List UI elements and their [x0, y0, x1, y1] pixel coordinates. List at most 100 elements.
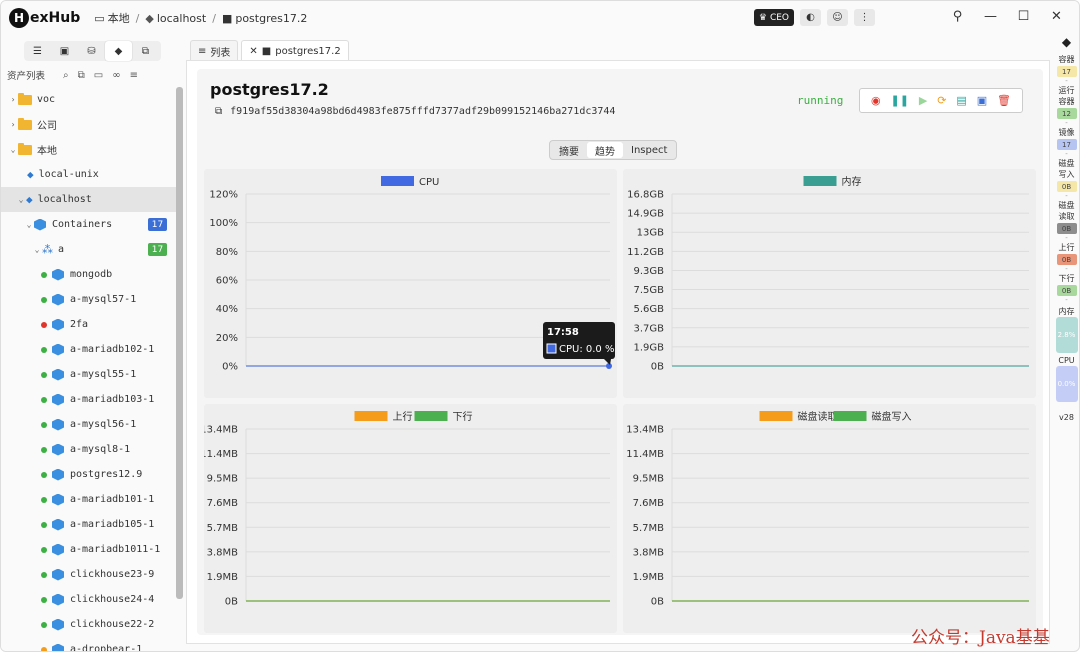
tree-item-label: a-mariadb101-1 — [70, 494, 155, 505]
y-tick-label: 0B — [225, 597, 238, 608]
container-item[interactable]: a-mysql57-1 — [1, 287, 176, 312]
close-button[interactable]: ✕ — [1040, 9, 1073, 24]
terminal-icon[interactable]: ▣ — [977, 94, 987, 107]
container-item[interactable]: a-mysql8-1 — [1, 437, 176, 462]
container-icon — [52, 593, 64, 606]
maximize-button[interactable]: ☐ — [1007, 9, 1040, 24]
sidebar-scrollbar[interactable] — [176, 87, 183, 599]
container-icon — [52, 368, 64, 381]
copy-icon[interactable]: ⧉ — [215, 106, 222, 117]
tree-item[interactable]: ◆ local-unix — [1, 162, 176, 187]
tree-item-label: 2fa — [70, 319, 89, 330]
container-item[interactable]: a-mysql55-1 — [1, 362, 176, 387]
tab-summary[interactable]: 摘要 — [551, 142, 587, 158]
tree-item[interactable]: › 公司 — [1, 112, 176, 137]
app-logo: H exHub — [9, 8, 80, 28]
tree-item[interactable]: ⌄ ◆ localhost — [1, 187, 176, 212]
remote-desktop-icon[interactable]: ⧉ — [132, 41, 159, 61]
copy-icon[interactable]: ⧉ — [78, 70, 85, 81]
docker-icon[interactable]: ◆ — [105, 41, 132, 61]
status-dot — [41, 546, 47, 553]
theme-toggle-button[interactable]: ◐ — [800, 9, 821, 26]
y-tick-label: 60% — [216, 276, 238, 287]
chevron-icon[interactable]: › — [8, 95, 18, 104]
terminal-icon[interactable]: ▣ — [51, 41, 78, 61]
tab-list[interactable]: ≡ 列表 — [190, 40, 239, 61]
container-item[interactable]: a-mariadb101-1 — [1, 487, 176, 512]
container-item[interactable]: a-mysql56-1 — [1, 412, 176, 437]
tab-trend[interactable]: 趋势 — [587, 142, 623, 158]
y-tick-label: 3.8MB — [633, 547, 665, 558]
rail-stat-badge: 12 — [1056, 108, 1077, 119]
chevron-icon[interactable]: ⌄ — [8, 145, 18, 154]
container-item[interactable]: a-mariadb105-1 — [1, 512, 176, 537]
container-item[interactable]: a-mariadb103-1 — [1, 387, 176, 412]
container-item[interactable]: clickhouse24-4 — [1, 587, 176, 612]
database-icon[interactable]: ⛁ — [78, 41, 105, 61]
container-item[interactable]: a-mariadb1011-1 — [1, 537, 176, 562]
more-button[interactable]: ⋮ — [854, 9, 875, 26]
y-tick-label: 9.3GB — [633, 266, 664, 277]
container-item[interactable]: a-dropbear-1 — [1, 637, 176, 651]
sidebar-mode-tabs: ☰ ▣ ⛁ ◆ ⧉ — [24, 41, 161, 61]
tree-item-label: postgres12.9 — [70, 469, 143, 480]
breadcrumb-item[interactable]: ◆ localhost — [145, 12, 206, 25]
chevron-icon[interactable]: ⌄ — [24, 220, 34, 229]
legend-label: CPU — [419, 177, 439, 188]
chevron-icon[interactable]: ⌄ — [32, 245, 42, 254]
container-item[interactable]: 2fa — [1, 312, 176, 337]
container-icon: ■ — [221, 11, 233, 25]
container-item[interactable]: a-mariadb102-1 — [1, 337, 176, 362]
tab-inspect[interactable]: Inspect — [623, 142, 675, 158]
y-tick-label: 0B — [651, 362, 664, 373]
close-tab-icon[interactable]: ✕ — [249, 46, 257, 57]
list-icon: ≡ — [198, 45, 207, 57]
y-tick-label: 20% — [216, 333, 238, 344]
rail-gauge: 0.0% — [1055, 366, 1078, 402]
ceo-button[interactable]: ♛ CEO — [753, 9, 794, 26]
logs-icon[interactable]: ▤ — [956, 94, 966, 107]
y-tick-label: 40% — [216, 304, 238, 315]
pause-icon[interactable]: ❚❚ — [890, 94, 908, 107]
container-item[interactable]: clickhouse22-2 — [1, 612, 176, 637]
status-dot — [41, 371, 47, 378]
separator: - — [1065, 77, 1068, 85]
restart-icon[interactable]: ⟳ — [937, 94, 946, 107]
legend-swatch — [414, 411, 448, 421]
status-dot — [41, 521, 47, 528]
containers-icon — [34, 218, 46, 231]
y-tick-label: 1.9MB — [633, 572, 665, 583]
search-icon[interactable]: ⌕ — [63, 70, 69, 81]
container-name: postgres17.2 — [210, 80, 329, 99]
collapse-icon[interactable]: ≡ — [130, 70, 138, 81]
tab-postgres[interactable]: ✕ ■ postgres17.2 — [241, 40, 349, 61]
container-item[interactable]: postgres12.9 — [1, 462, 176, 487]
link-icon[interactable]: ∞ — [112, 70, 120, 81]
play-icon[interactable]: ▶ — [919, 94, 927, 107]
container-item[interactable]: mongodb — [1, 262, 176, 287]
more-icon: ⋮ — [859, 12, 870, 23]
list-icon[interactable]: ☰ — [24, 41, 51, 61]
y-tick-label: 0% — [222, 362, 238, 373]
tree-item[interactable]: ⌄ ⁂ a 17 — [1, 237, 176, 262]
docker-icon: ◆ — [145, 11, 154, 25]
new-folder-icon[interactable]: ▭ — [94, 70, 103, 81]
tree-item-label: a-mariadb103-1 — [70, 394, 155, 405]
chevron-icon[interactable]: ⌄ — [16, 195, 26, 204]
minimize-button[interactable]: — — [974, 9, 1007, 24]
tree-item[interactable]: ⌄ 本地 — [1, 137, 176, 162]
asset-list-header: 资产列表 ⌕ ⧉ ▭ ∞ ≡ — [1, 67, 186, 83]
stop-icon[interactable]: ◉ — [871, 94, 881, 107]
pin-button[interactable]: ⚲ — [941, 9, 974, 24]
count-badge: 17 — [148, 218, 167, 231]
tree-item-label: mongodb — [70, 269, 113, 280]
tree-item[interactable]: › voc — [1, 87, 176, 112]
breadcrumb-item[interactable]: ■ postgres17.2 — [222, 12, 307, 25]
y-tick-label: 120% — [209, 190, 238, 201]
delete-icon[interactable]: 🗑 — [997, 94, 1011, 107]
breadcrumb-item[interactable]: ▭ 本地 — [94, 10, 129, 26]
tree-item[interactable]: ⌄ Containers 17 — [1, 212, 176, 237]
container-item[interactable]: clickhouse23-9 — [1, 562, 176, 587]
user-button[interactable]: ☺ — [827, 9, 848, 26]
chevron-icon[interactable]: › — [8, 120, 18, 129]
